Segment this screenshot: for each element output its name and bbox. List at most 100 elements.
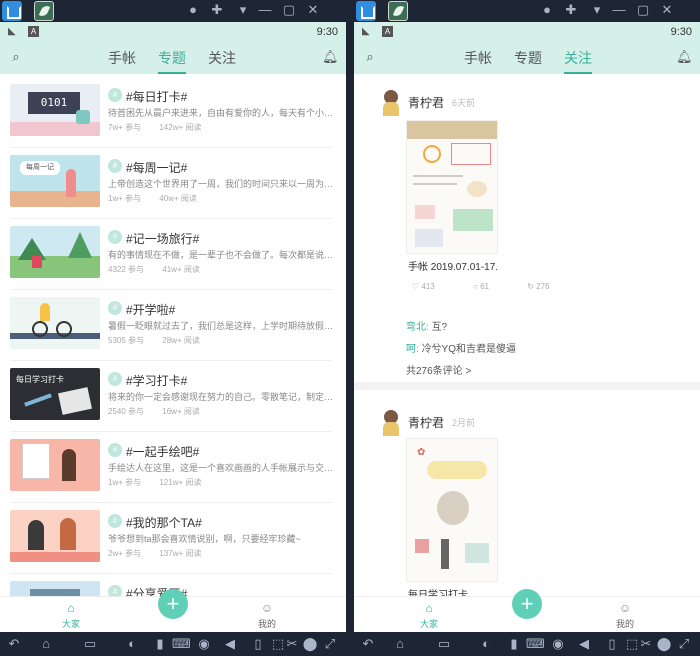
restore-icon[interactable]: ▢ (636, 3, 650, 17)
close-icon[interactable]: ✕ (306, 3, 320, 17)
tab-topics[interactable]: 专题 (514, 48, 542, 72)
home-icon[interactable]: ⌂ (38, 636, 54, 652)
post-caption[interactable]: 手帐 2019.07.01-17... (408, 258, 498, 273)
menu-icon[interactable]: ▾ (590, 3, 604, 17)
status-bar: ◣ A 9:30 (354, 22, 700, 42)
profile-icon: ☺ (260, 601, 274, 615)
members-count: 2540 参与 (108, 407, 145, 416)
phone-icon[interactable]: ▯ (250, 636, 266, 652)
topic-description: 待首困先从晨户来进来，自由有爱你的人，每天有个小坚持， (108, 108, 334, 118)
account-icon[interactable]: ● (540, 3, 554, 17)
back-icon[interactable]: ↶ (360, 636, 376, 652)
list-item[interactable]: # #记一场旅行# 有的事情现在不做，是一辈子也不会做了。每次都是说到就走的 4… (0, 220, 346, 290)
list-item[interactable]: # #一起手绘吧# 手绘达人在这里，这是一个喜欢画画的人手帐展示与交流荣地 1w… (0, 433, 346, 503)
location-icon[interactable]: ⬤ (302, 636, 318, 652)
menu-icon[interactable]: ▾ (236, 3, 250, 17)
post-image[interactable]: ✿ (406, 438, 498, 582)
avatar[interactable] (380, 408, 402, 436)
toggle-icon[interactable]: ◐ (124, 636, 140, 652)
fullscreen-icon[interactable]: ⤢ (322, 636, 338, 652)
list-item[interactable]: # #我的那个TA# 爷爷想到ta那会喜欢情说别，啊，只要经牢珍藏~ 2w+ 参… (0, 504, 346, 574)
emulator-home-icon[interactable] (2, 1, 22, 21)
members-count: 1w+ 参与 (108, 478, 142, 487)
home-icon: ⌂ (67, 601, 75, 615)
tab-following[interactable]: 关注 (208, 48, 236, 72)
tab-following[interactable]: 关注 (564, 48, 592, 74)
minimize-icon[interactable]: — (258, 3, 272, 17)
search-icon[interactable]: ⌕ (8, 49, 24, 65)
gift-icon[interactable]: ✚ (564, 3, 578, 17)
screen-icon[interactable]: ▮ (506, 636, 522, 652)
nav-profile[interactable]: ☺ 我的 (252, 601, 282, 631)
keyboard-icon[interactable]: ⌨ (172, 636, 191, 652)
post-caption[interactable]: 每日学习打卡 (408, 586, 498, 596)
comment-author[interactable]: 呵: (406, 344, 419, 355)
toggle-icon[interactable]: ◐ (478, 636, 494, 652)
recent-apps-icon[interactable]: ▭ (436, 636, 452, 652)
topic-description: 爷爷想到ta那会喜欢情说别，啊，只要经牢珍藏~ (108, 534, 301, 544)
list-item[interactable]: 每周一记 # #每周一记# 上帝创造这个世界用了一周，我们的时间只来以一周为单位… (0, 149, 346, 219)
emulator-home-icon[interactable] (356, 1, 376, 21)
location-icon[interactable]: ⬤ (656, 636, 672, 652)
comment[interactable]: 呵: 冷兮YQ和吉君是傻逼 (406, 340, 516, 355)
screen-icon[interactable]: ▮ (152, 636, 168, 652)
keyboard-icon[interactable]: ⌨ (526, 636, 545, 652)
topic-thumbnail (10, 581, 100, 596)
topic-description: 将来的你一定会感谢现在努力的自己。零散笔记，制定学习目 (108, 392, 334, 402)
divider (10, 502, 332, 503)
heart-icon[interactable]: ♡ 413 (412, 282, 453, 291)
post-image[interactable] (406, 120, 498, 254)
nav-home[interactable]: ⌂ 大家 (414, 601, 444, 631)
username[interactable]: 青柠君 (408, 94, 444, 111)
volume-icon[interactable]: ◀ (576, 636, 592, 652)
app-shortcut-icon[interactable] (34, 1, 54, 21)
add-button[interactable]: + (158, 589, 188, 619)
bell-icon[interactable]: 🔔︎ (676, 49, 693, 65)
back-icon[interactable]: ↶ (6, 636, 22, 652)
fullscreen-icon[interactable]: ⤢ (676, 636, 692, 652)
emulator-top-bar: ● ✚ ▾ — ▢ ✕ (0, 0, 346, 22)
avatar[interactable] (380, 88, 402, 116)
feed[interactable]: 青柠君 6天前 手帐 2019.07.01-17... ♡ 413 ○ 61 ↻… (354, 74, 700, 596)
comment-icon[interactable]: ○ 61 (473, 282, 507, 291)
topic-tag-icon: # (108, 372, 122, 386)
share-icon[interactable]: ↻ 276 (527, 282, 567, 291)
eye-icon[interactable]: ◉ (550, 636, 566, 652)
scissors-icon[interactable]: ✂ (638, 636, 654, 652)
scissors-icon[interactable]: ✂ (284, 636, 300, 652)
notification-icon: A (382, 26, 393, 37)
phone-icon[interactable]: ▯ (604, 636, 620, 652)
username[interactable]: 青柠君 (408, 414, 444, 431)
search-icon[interactable]: ⌕ (362, 49, 378, 65)
post-separator (354, 382, 700, 390)
comment-author[interactable]: 弯北: (406, 322, 429, 333)
post-header[interactable]: 青柠君 6天前 (354, 88, 700, 118)
nav-profile[interactable]: ☺ 我的 (610, 601, 640, 631)
tab-notebook[interactable]: 手帐 (464, 48, 492, 72)
gift-icon[interactable]: ✚ (210, 3, 224, 17)
comment[interactable]: 弯北: 互? (406, 318, 447, 333)
add-button[interactable]: + (512, 589, 542, 619)
bell-icon[interactable]: 🔔︎ (322, 49, 339, 65)
list-item[interactable]: # #开学啦# 暑假一眨眼就过去了，我们总是这样，上学时期待放假，放 5305 … (0, 291, 346, 361)
topic-list[interactable]: 0101 # #每日打卡# 待首困先从晨户来进来，自由有爱你的人，每天有个小坚持… (0, 74, 346, 596)
account-icon[interactable]: ● (186, 3, 200, 17)
nav-home[interactable]: ⌂ 大家 (56, 601, 86, 631)
list-item[interactable]: 每日学习打卡 # #学习打卡# 将来的你一定会感谢现在努力的自己。零散笔记，制定… (0, 362, 346, 432)
volume-icon[interactable]: ◀ (222, 636, 238, 652)
eye-icon[interactable]: ◉ (196, 636, 212, 652)
app-shortcut-icon[interactable] (388, 1, 408, 21)
view-all-comments-link[interactable]: 共276条评论 > (406, 362, 471, 377)
divider (10, 289, 332, 290)
close-icon[interactable]: ✕ (660, 3, 674, 17)
restore-icon[interactable]: ▢ (282, 3, 296, 17)
tab-notebook[interactable]: 手帐 (108, 48, 136, 72)
minimize-icon[interactable]: — (612, 3, 626, 17)
topic-tag-icon: # (108, 159, 122, 173)
list-item[interactable]: 0101 # #每日打卡# 待首困先从晨户来进来，自由有爱你的人，每天有个小坚持… (0, 78, 346, 148)
post-header[interactable]: 青柠君 2月前 (354, 408, 700, 438)
home-icon[interactable]: ⌂ (392, 636, 408, 652)
topic-meta: 1w+ 参与 121w+ 阅读 (108, 477, 217, 488)
recent-apps-icon[interactable]: ▭ (82, 636, 98, 652)
tab-topics[interactable]: 专题 (158, 48, 186, 74)
